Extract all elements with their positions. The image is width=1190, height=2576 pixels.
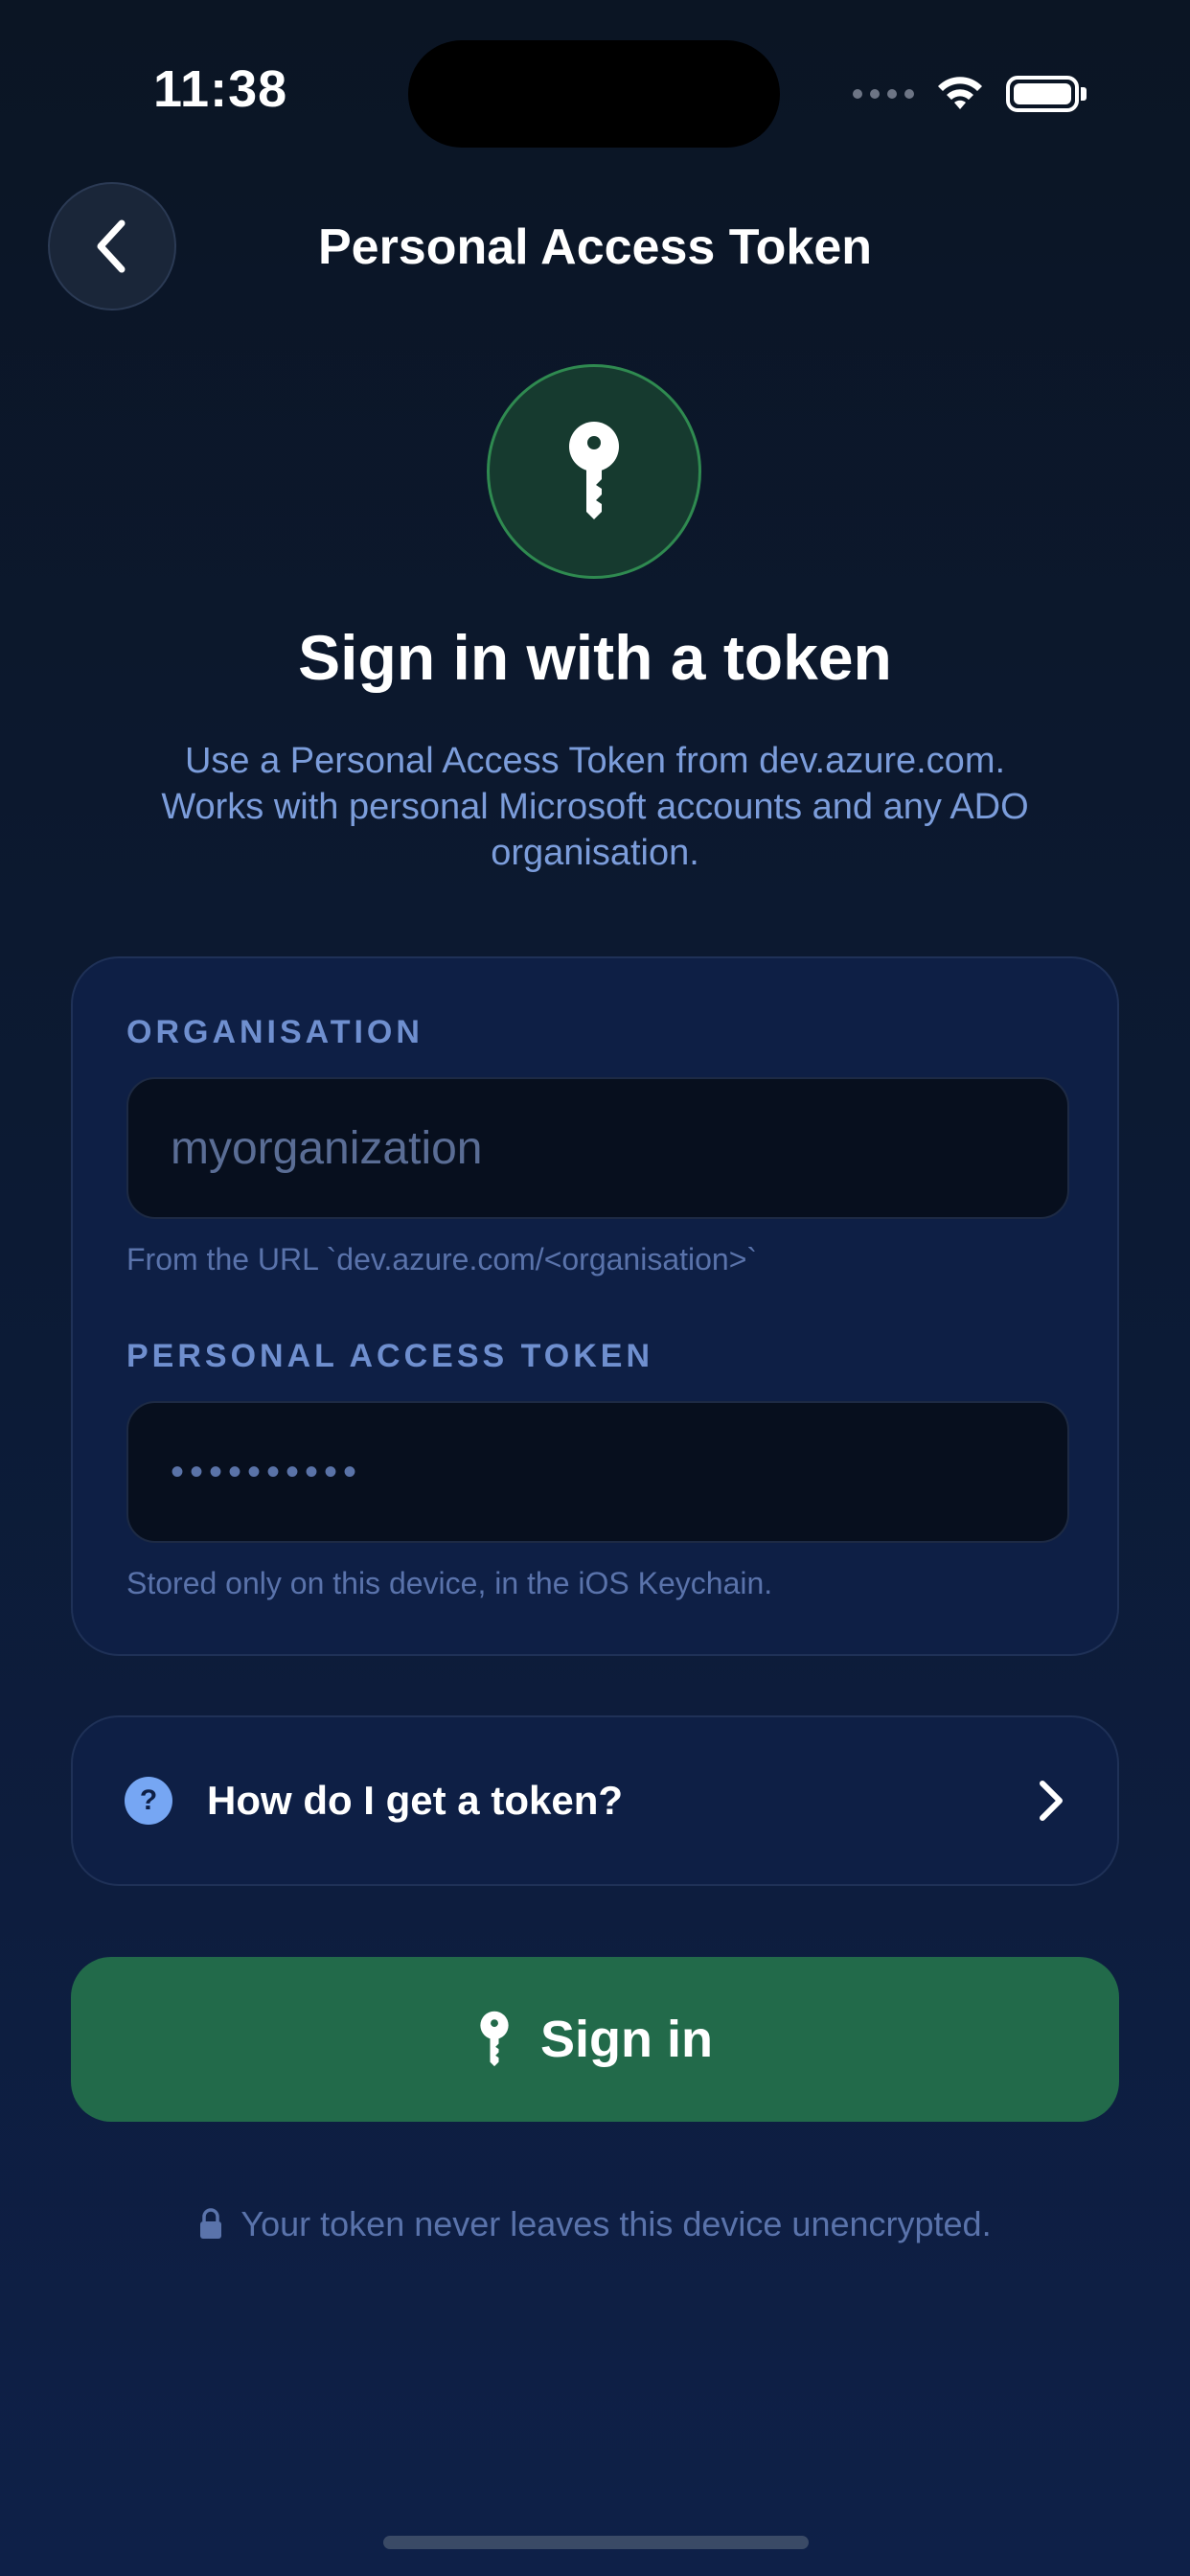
- cellular-signal-icon: [853, 89, 914, 99]
- question-circle-icon: ?: [125, 1777, 172, 1825]
- how-to-get-token-label: How do I get a token?: [207, 1778, 624, 1823]
- key-icon: [480, 2011, 509, 2067]
- security-note-text: Your token never leaves this device unen…: [240, 2204, 992, 2243]
- hero-title: Sign in with a token: [298, 622, 892, 693]
- hero-subtitle: Use a Personal Access Token from dev.azu…: [96, 738, 1094, 876]
- token-form-card: ORGANISATION From the URL `dev.azure.com…: [71, 956, 1119, 1656]
- lock-icon: [200, 2208, 222, 2239]
- organisation-label: ORGANISATION: [126, 1014, 423, 1050]
- screen: 11:38 Personal Access Token Sign in with…: [0, 0, 1190, 2576]
- battery-icon: [1006, 76, 1079, 112]
- key-badge: [487, 364, 701, 579]
- chevron-right-icon: [1040, 1781, 1063, 1821]
- home-indicator[interactable]: [383, 2536, 809, 2549]
- status-time: 11:38: [153, 60, 288, 118]
- pat-input[interactable]: ••••••••••: [126, 1401, 1069, 1543]
- pat-masked-value: ••••••••••: [171, 1450, 363, 1493]
- hero-subtitle-line: Use a Personal Access Token from dev.azu…: [184, 741, 1006, 781]
- sign-in-label: Sign in: [540, 2011, 713, 2068]
- how-to-get-token-row[interactable]: ? How do I get a token?: [71, 1715, 1119, 1886]
- security-note: Your token never leaves this device unen…: [0, 2204, 1190, 2244]
- wifi-icon: [938, 77, 982, 109]
- nav-title: Personal Access Token: [317, 219, 873, 275]
- organisation-help-text: From the URL `dev.azure.com/<organisatio…: [126, 1242, 758, 1276]
- sign-in-button[interactable]: Sign in: [71, 1957, 1119, 2122]
- dynamic-island: [408, 40, 780, 148]
- hero-subtitle-line: organisation.: [491, 833, 699, 873]
- pat-help-text: Stored only on this device, in the iOS K…: [126, 1566, 773, 1600]
- status-icons: [853, 75, 1087, 113]
- hero-subtitle-line: Works with personal Microsoft accounts a…: [161, 787, 1029, 827]
- pat-label: PERSONAL ACCESS TOKEN: [126, 1338, 654, 1374]
- key-icon: [569, 422, 619, 519]
- organisation-input[interactable]: [126, 1077, 1069, 1219]
